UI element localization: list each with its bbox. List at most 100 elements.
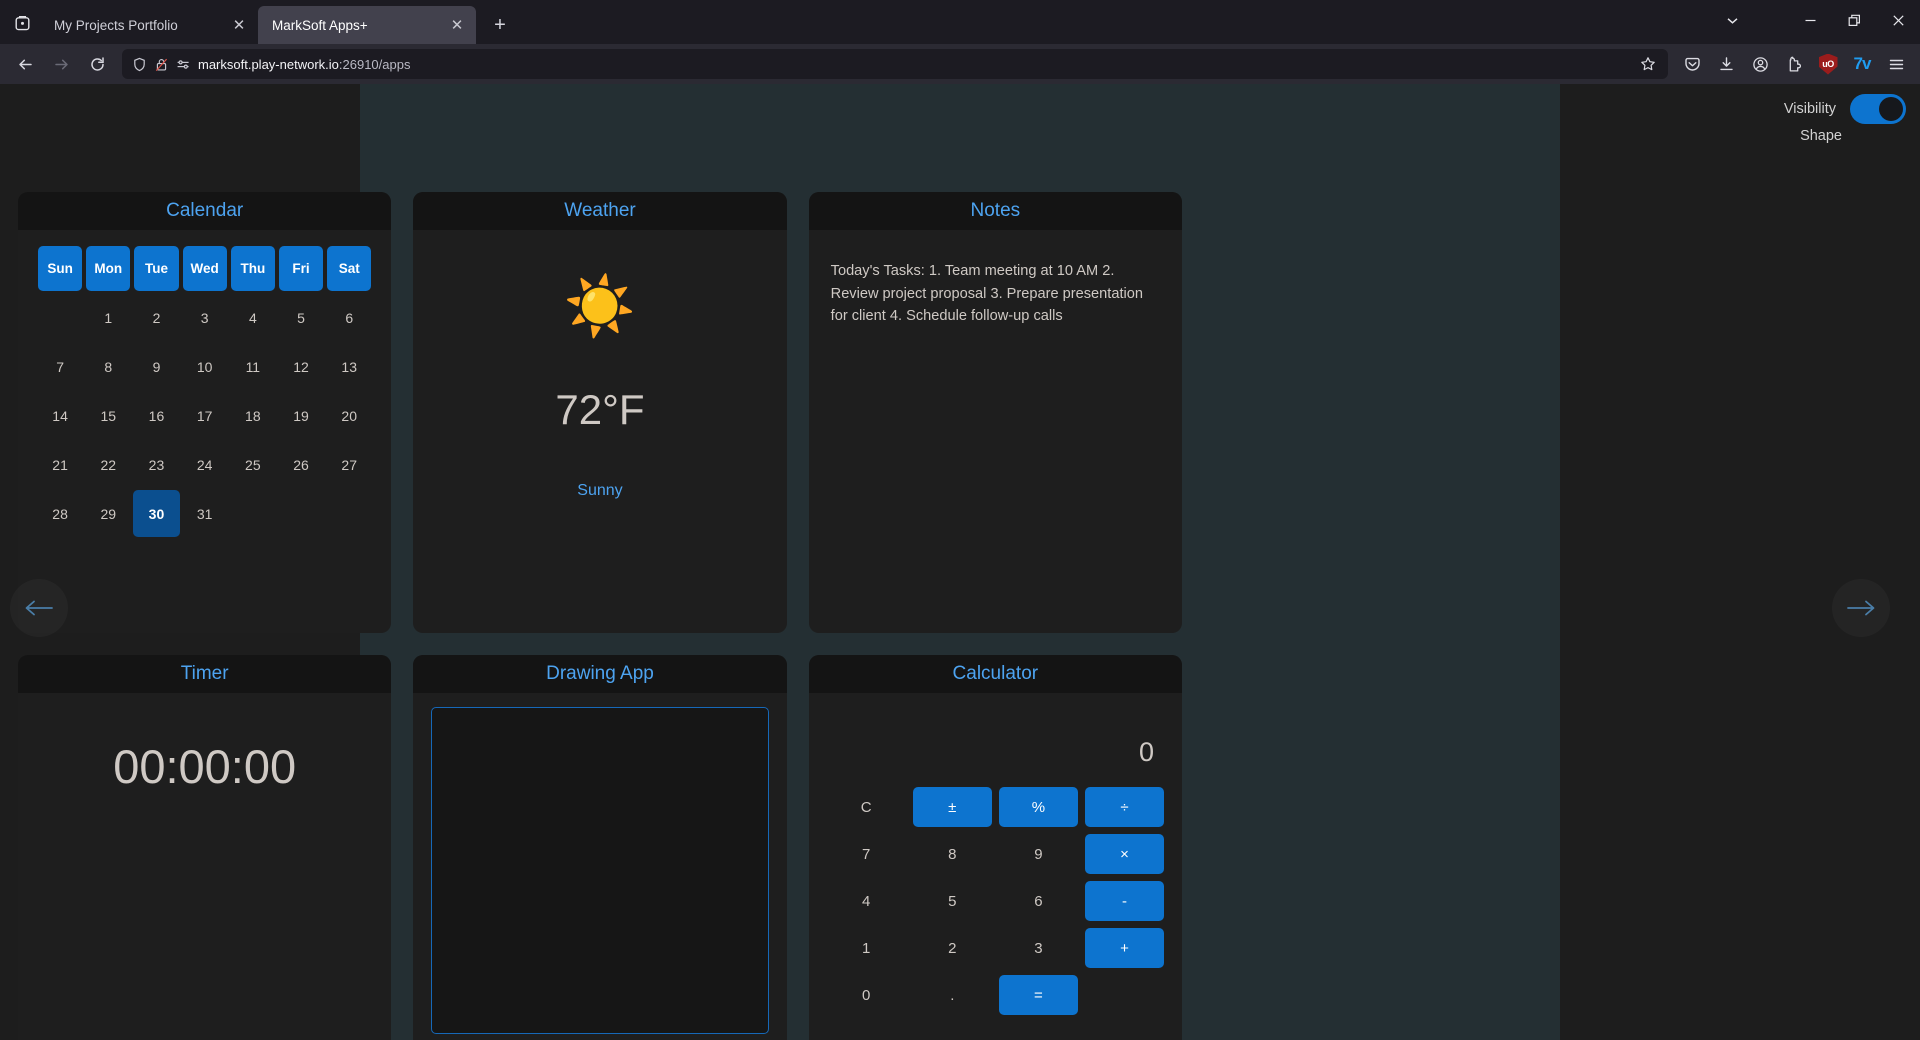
weather-temperature: 72°F: [555, 386, 645, 433]
calendar-day[interactable]: 31: [182, 490, 228, 537]
app-menu-icon[interactable]: [1880, 48, 1912, 80]
calendar-day[interactable]: 19: [278, 392, 324, 439]
tab-my-projects-portfolio[interactable]: My Projects Portfolio ✕: [40, 6, 258, 44]
firefox-view-icon[interactable]: [4, 5, 40, 41]
lock-broken-icon[interactable]: [154, 57, 169, 72]
calc-key-2[interactable]: 2: [913, 928, 992, 968]
close-icon[interactable]: ✕: [446, 14, 468, 36]
calendar-day[interactable]: 26: [278, 441, 324, 488]
calendar-day[interactable]: 14: [37, 392, 83, 439]
calc-key-8[interactable]: 8: [913, 834, 992, 874]
calendar-day[interactable]: 11: [230, 343, 276, 390]
permissions-icon[interactable]: [176, 57, 191, 72]
calendar-day[interactable]: 4: [230, 294, 276, 341]
calc-key-.[interactable]: .: [913, 975, 992, 1015]
tab-strip: My Projects Portfolio ✕ MarkSoft Apps+ ✕…: [0, 0, 1920, 44]
widget-calculator: Calculator 0 C ±% ÷ 7 8 9 × 4 5 6- 1 2 3 +0. =: [808, 655, 1182, 1040]
calc-key-+[interactable]: +: [1084, 928, 1164, 968]
calendar-day[interactable]: 6: [326, 294, 372, 341]
calc-key-×[interactable]: ×: [1084, 834, 1164, 874]
calendar-day[interactable]: 17: [182, 392, 228, 439]
calendar-day[interactable]: 28: [37, 490, 83, 537]
calc-key-C[interactable]: C: [827, 787, 906, 827]
calc-key-÷[interactable]: ÷: [1084, 787, 1164, 827]
widget-header: Calendar: [18, 192, 392, 230]
list-all-tabs-icon[interactable]: [1710, 1, 1754, 39]
calendar-day[interactable]: 16: [133, 392, 179, 439]
widget-grid: Calendar Sun Mon Tue Wed Thu Fri Sat 1 2 3 4 5 6 7 8 9 1…: [18, 192, 1182, 1040]
timer-display: 00:00:00: [113, 740, 297, 793]
downloads-icon[interactable]: [1710, 48, 1742, 80]
calendar-day[interactable]: 9: [133, 343, 179, 390]
drawing-canvas[interactable]: [431, 707, 769, 1034]
previous-page-button[interactable]: [10, 579, 68, 637]
widget-header: Calculator: [808, 655, 1182, 693]
weather-condition: Sunny: [577, 482, 623, 499]
calendar-day[interactable]: 18: [230, 392, 276, 439]
widget-header: Timer: [18, 655, 392, 693]
calc-key-3[interactable]: 3: [999, 928, 1078, 968]
calendar-day[interactable]: 10: [182, 343, 228, 390]
pocket-icon[interactable]: [1676, 48, 1708, 80]
back-button[interactable]: [8, 48, 42, 80]
calendar-grid: Sun Mon Tue Wed Thu Fri Sat 1 2 3 4 5 6 7 8 9 10 11 12 13 14…: [36, 244, 373, 538]
bookmark-star-icon[interactable]: [1636, 52, 1660, 76]
calendar-day[interactable]: 30: [133, 490, 180, 537]
calc-key-4[interactable]: 4: [827, 881, 906, 921]
calendar-day[interactable]: 15: [85, 392, 131, 439]
calendar-dow-fri: Fri: [278, 246, 324, 291]
account-icon[interactable]: [1744, 48, 1776, 80]
navigation-toolbar: marksoft.play-network.io:26910/apps uO 7…: [0, 44, 1920, 84]
calendar-dow-sat: Sat: [327, 246, 372, 291]
toolbar-icons: uO 7ᴠ: [1676, 48, 1912, 80]
widget-notes: Notes Today's Tasks: 1. Team meeting at …: [808, 192, 1182, 633]
calendar-day[interactable]: 1: [85, 294, 131, 341]
close-icon[interactable]: ✕: [228, 14, 250, 36]
notes-textarea[interactable]: Today's Tasks: 1. Team meeting at 10 AM …: [827, 244, 1164, 328]
address-bar[interactable]: marksoft.play-network.io:26910/apps: [122, 49, 1668, 79]
new-tab-button[interactable]: +: [484, 9, 516, 41]
next-page-button[interactable]: [1832, 579, 1890, 637]
widget-header: Drawing App: [413, 655, 787, 693]
calc-key--[interactable]: -: [1084, 881, 1164, 921]
forward-button[interactable]: [44, 48, 78, 80]
calc-key-5[interactable]: 5: [913, 881, 992, 921]
calendar-day[interactable]: 29: [85, 490, 131, 537]
blue-app-icon[interactable]: 7ᴠ: [1846, 48, 1878, 80]
restore-icon[interactable]: [1832, 1, 1876, 39]
minimize-icon[interactable]: [1788, 1, 1832, 39]
calendar-day[interactable]: 22: [85, 441, 131, 488]
visibility-toggle[interactable]: [1850, 94, 1906, 124]
calc-key-%[interactable]: %: [998, 787, 1078, 827]
calc-key-1[interactable]: 1: [827, 928, 906, 968]
close-icon[interactable]: [1876, 1, 1920, 39]
calendar-day[interactable]: 12: [278, 343, 324, 390]
calc-key-0[interactable]: 0: [827, 975, 906, 1015]
calendar-day[interactable]: 8: [85, 343, 131, 390]
visibility-label: Visibility: [1783, 101, 1836, 117]
display-controls: Visibility Shape: [1676, 94, 1906, 144]
calendar-day[interactable]: 5: [278, 294, 324, 341]
calc-key-9[interactable]: 9: [999, 834, 1078, 874]
ublock-origin-icon[interactable]: uO: [1812, 48, 1844, 80]
calc-key-=[interactable]: =: [998, 975, 1078, 1015]
calendar-day[interactable]: 25: [230, 441, 276, 488]
calendar-day[interactable]: 13: [326, 343, 372, 390]
calc-key-6[interactable]: 6: [999, 881, 1078, 921]
calendar-day[interactable]: 24: [182, 441, 228, 488]
calendar-day[interactable]: 27: [326, 441, 372, 488]
calendar-day[interactable]: 21: [37, 441, 83, 488]
reload-button[interactable]: [80, 48, 114, 80]
calendar-day[interactable]: 7: [37, 343, 83, 390]
calendar-day[interactable]: 3: [182, 294, 228, 341]
calendar-day[interactable]: 20: [326, 392, 372, 439]
widget-drawing-app: Drawing App Clear: [413, 655, 787, 1040]
calc-key-±[interactable]: ±: [912, 787, 992, 827]
weather-body: ☀️ 72°F Sunny: [413, 230, 786, 633]
calc-key-7[interactable]: 7: [827, 834, 906, 874]
calendar-day[interactable]: 2: [133, 294, 179, 341]
extension-icon[interactable]: [1778, 48, 1810, 80]
calendar-day[interactable]: 23: [133, 441, 179, 488]
shield-icon[interactable]: [132, 57, 147, 72]
tab-marksoft-apps[interactable]: MarkSoft Apps+ ✕: [258, 6, 476, 44]
